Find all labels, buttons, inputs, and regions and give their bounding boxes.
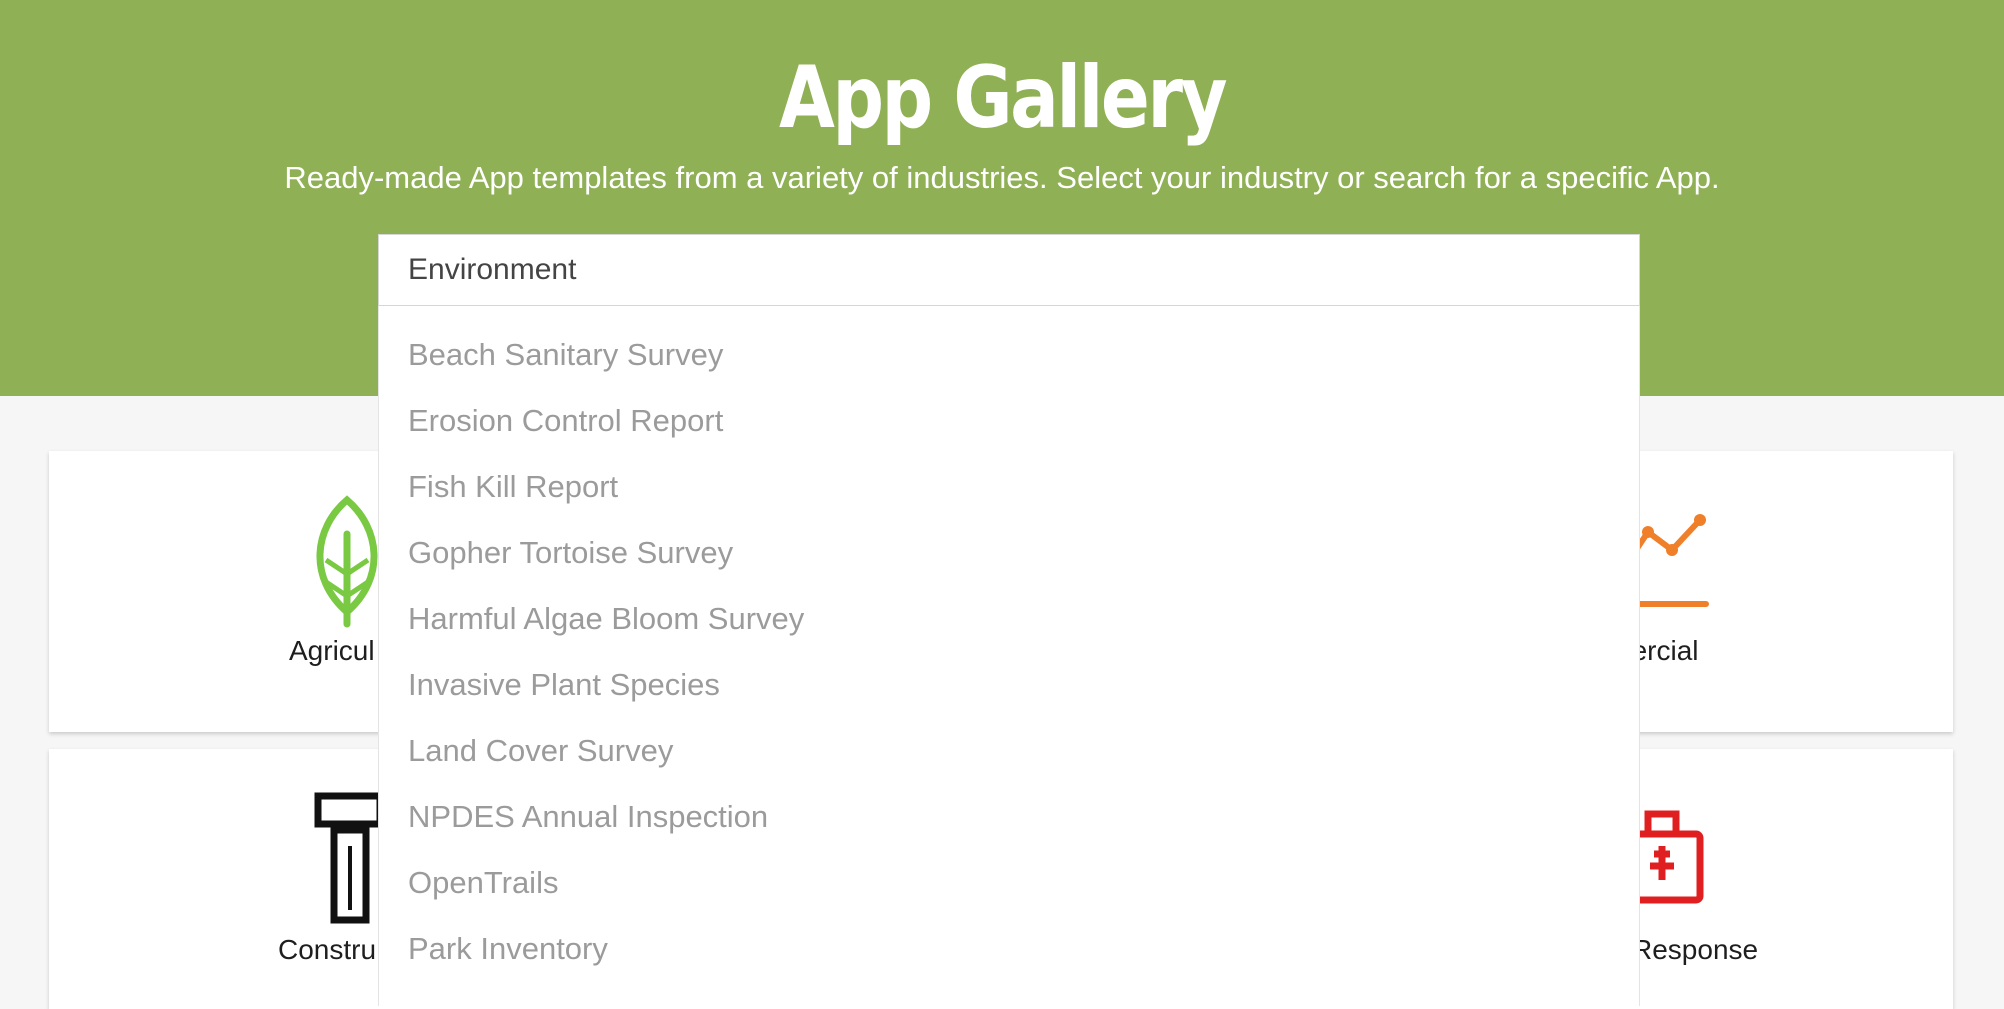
dropdown-option-opentrails[interactable]: OpenTrails — [379, 852, 1639, 918]
dropdown-option-harmful-algae-bloom-survey[interactable]: Harmful Algae Bloom Survey — [379, 588, 1639, 654]
category-label-agriculture[interactable]: Agricul — [289, 635, 375, 667]
page-title: App Gallery — [778, 48, 1228, 148]
dropdown-option-park-inventory[interactable]: Park Inventory — [379, 918, 1639, 984]
dropdown-option-erosion-control-report[interactable]: Erosion Control Report — [379, 390, 1639, 456]
dropdown-option-npdes-annual-inspection[interactable]: NPDES Annual Inspection — [379, 786, 1639, 852]
category-label-emergency-response[interactable]: Response — [1632, 934, 1758, 966]
category-label-construction[interactable]: Constru — [278, 934, 376, 966]
app-dropdown-list: Beach Sanitary Survey Erosion Control Re… — [378, 306, 1640, 1006]
page-subtitle: Ready-made App templates from a variety … — [284, 160, 1720, 195]
industry-search-input[interactable]: Environment — [378, 234, 1640, 306]
construction-icon[interactable] — [314, 790, 384, 926]
leaf-icon[interactable] — [306, 494, 388, 628]
dropdown-option-fish-kill-report[interactable]: Fish Kill Report — [379, 456, 1639, 522]
dropdown-option-beach-sanitary-survey[interactable]: Beach Sanitary Survey — [379, 324, 1639, 390]
dropdown-option-gopher-tortoise-survey[interactable]: Gopher Tortoise Survey — [379, 522, 1639, 588]
dropdown-option-land-cover-survey[interactable]: Land Cover Survey — [379, 720, 1639, 786]
dropdown-option-invasive-plant-species[interactable]: Invasive Plant Species — [379, 654, 1639, 720]
